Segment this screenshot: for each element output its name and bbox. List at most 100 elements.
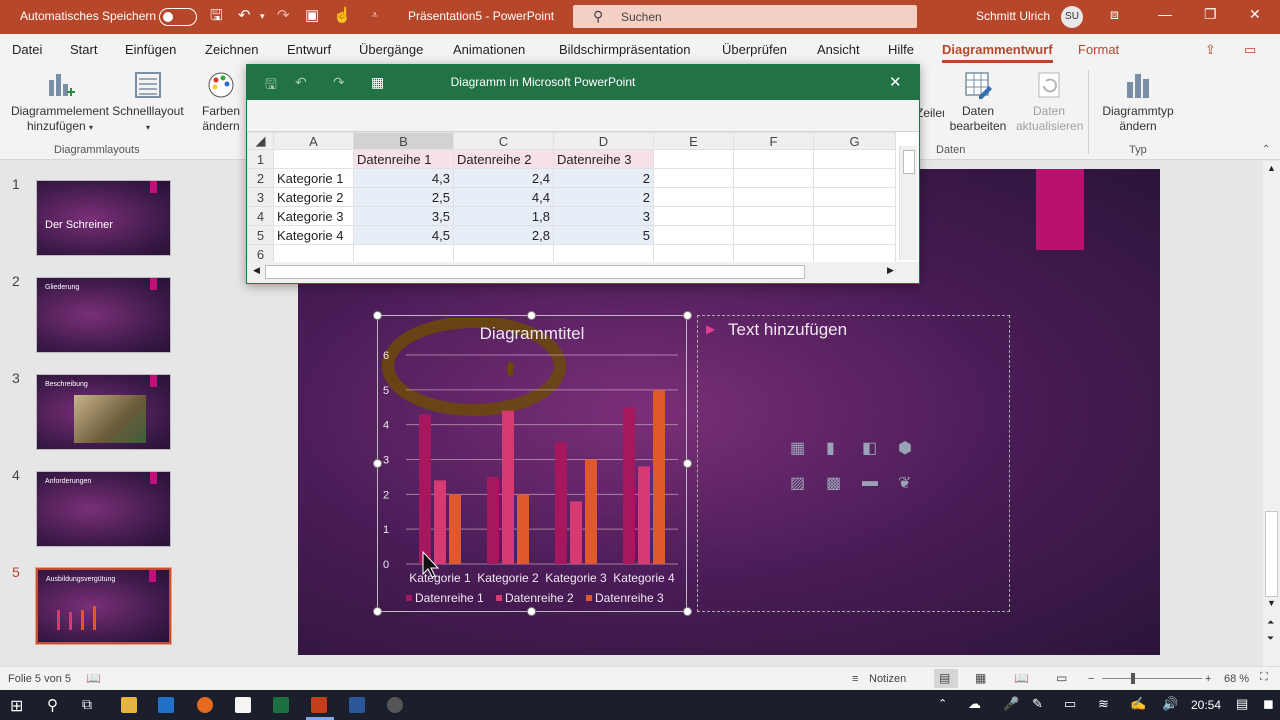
resize-handle[interactable] [683, 459, 692, 468]
onedrive-icon[interactable]: ☁ [968, 696, 981, 712]
cell[interactable]: 2 [553, 187, 654, 207]
scroll-up-icon[interactable]: ▲ [1267, 163, 1276, 173]
row-header[interactable]: 2 [247, 168, 274, 188]
column-header[interactable]: D [553, 132, 654, 150]
column-header[interactable]: E [653, 132, 734, 150]
cell[interactable] [653, 168, 734, 188]
change-colors-button[interactable]: Farben ändern [196, 70, 246, 134]
undo-icon[interactable]: ↶ [238, 8, 251, 24]
resize-handle[interactable] [527, 607, 536, 616]
cell[interactable]: 4,5 [353, 225, 454, 245]
cell[interactable] [653, 149, 734, 169]
file-icon[interactable] [235, 697, 251, 713]
cell[interactable] [813, 168, 896, 188]
column-header[interactable]: F [733, 132, 814, 150]
cell[interactable]: Datenreihe 2 [453, 149, 554, 169]
excel-vertical-scrollbar[interactable] [899, 146, 917, 260]
cell[interactable] [813, 225, 896, 245]
present-icon[interactable]: ▣ [305, 8, 319, 24]
zoom-slider-thumb[interactable] [1131, 673, 1135, 684]
word-icon[interactable] [349, 697, 365, 713]
next-slide-icon[interactable]: ⏷ [1267, 633, 1274, 644]
undo-dropdown-icon[interactable]: ▾ [260, 8, 265, 24]
collapse-ribbon-icon[interactable]: ⌃ [1262, 144, 1270, 155]
cell[interactable] [733, 225, 814, 245]
touch-mode-icon[interactable]: ☝ [333, 8, 352, 24]
cell[interactable]: 1,8 [453, 206, 554, 226]
notification-badge-icon[interactable]: ◼ [1263, 696, 1274, 712]
vertical-scrollbar[interactable]: ▲ ▼ ⏶ ⏷ [1263, 161, 1280, 666]
tab-start[interactable]: Start [70, 42, 97, 57]
clock[interactable]: 20:54 [1191, 698, 1221, 712]
excel-horizontal-scrollbar[interactable]: ◀ ▶ [247, 262, 919, 283]
column-header[interactable]: A [273, 132, 354, 150]
cell[interactable] [813, 149, 896, 169]
tab-format[interactable]: Format [1078, 42, 1119, 57]
tab-ansicht[interactable]: Ansicht [817, 42, 860, 57]
resize-handle[interactable] [683, 311, 692, 320]
select-all-corner[interactable]: ◢ [247, 132, 274, 150]
autosave-toggle[interactable] [159, 8, 197, 26]
column-header[interactable]: G [813, 132, 896, 150]
cell[interactable] [733, 149, 814, 169]
insert-video-icon[interactable]: ▬ [862, 473, 878, 491]
row-header[interactable]: 5 [247, 225, 274, 245]
slide-thumbnail-1[interactable]: Der Schreiner [36, 180, 171, 256]
tab-zeichnen[interactable]: Zeichnen [205, 42, 258, 57]
powerpoint-icon[interactable] [311, 697, 327, 713]
tab-hilfe[interactable]: Hilfe [888, 42, 914, 57]
zoom-out-icon[interactable]: − [1088, 673, 1094, 685]
slideshow-icon[interactable]: ▭ [1056, 671, 1067, 685]
slide-thumbnail-3[interactable]: Beschreibung [36, 374, 171, 450]
cell[interactable]: Kategorie 3 [273, 206, 354, 226]
switch-row-column-button[interactable]: Zeilen [916, 106, 944, 121]
search-box[interactable]: ⚲ Suchen [573, 5, 917, 28]
redo-icon[interactable]: ↷ [277, 8, 290, 24]
firefox-icon[interactable] [197, 697, 213, 713]
reading-view-icon[interactable]: 📖 [1014, 671, 1029, 685]
ribbon-display-icon[interactable]: ⧈ [1110, 6, 1119, 23]
insert-table-icon[interactable]: ▦ [790, 438, 805, 458]
cell[interactable] [553, 244, 654, 264]
scroll-right-icon[interactable]: ▶ [887, 265, 894, 276]
cell[interactable]: Datenreihe 1 [353, 149, 454, 169]
customize-qat-icon[interactable]: ⩡ [372, 8, 378, 24]
row-header[interactable]: 6 [247, 244, 274, 264]
notes-icon[interactable]: ≡ [852, 673, 858, 685]
scroll-thumb[interactable] [1265, 511, 1278, 597]
slide-thumbnail-2[interactable]: Gliederung [36, 277, 171, 353]
edit-data-button[interactable]: Daten bearbeiten [942, 70, 1014, 134]
previous-slide-icon[interactable]: ⏶ [1267, 617, 1274, 628]
task-view-icon[interactable]: ⧉ [82, 696, 92, 713]
avatar[interactable]: SU [1061, 6, 1083, 28]
quick-layout-button[interactable]: Schnelllayout ▾ [112, 70, 184, 135]
cell[interactable]: 5 [553, 225, 654, 245]
resize-handle[interactable] [373, 459, 382, 468]
tab-ueberpruefen[interactable]: Überprüfen [722, 42, 787, 57]
wifi-icon[interactable]: ≋ [1098, 696, 1109, 712]
zoom-in-icon[interactable]: + [1205, 673, 1211, 685]
scroll-thumb[interactable] [903, 150, 915, 174]
insert-3d-model-icon[interactable]: ⬢ [898, 438, 912, 458]
cell[interactable]: 2,8 [453, 225, 554, 245]
column-header[interactable]: C [453, 132, 554, 150]
restore-icon[interactable]: ❐ [1204, 6, 1217, 23]
resize-handle[interactable] [373, 607, 382, 616]
fit-slide-icon[interactable]: ⛶ [1260, 671, 1268, 684]
cell[interactable] [733, 206, 814, 226]
cell[interactable]: 4,3 [353, 168, 454, 188]
column-header[interactable]: B [353, 132, 454, 150]
cell[interactable]: Kategorie 2 [273, 187, 354, 207]
excel-icon[interactable] [273, 697, 289, 713]
row-header[interactable]: 1 [247, 149, 274, 169]
cell[interactable] [733, 244, 814, 264]
cell[interactable] [273, 149, 354, 169]
add-chart-element-button[interactable]: Diagrammelement hinzufügen ▾ [8, 70, 112, 135]
cell[interactable]: 3 [553, 206, 654, 226]
row-header[interactable]: 4 [247, 206, 274, 226]
scroll-thumb[interactable] [265, 265, 805, 279]
text-placeholder[interactable]: Text hinzufügen [728, 320, 847, 340]
insert-icon-icon[interactable]: ❦ [898, 473, 911, 493]
insert-picture-icon[interactable]: ▨ [790, 473, 805, 493]
tab-entwurf[interactable]: Entwurf [287, 42, 331, 57]
